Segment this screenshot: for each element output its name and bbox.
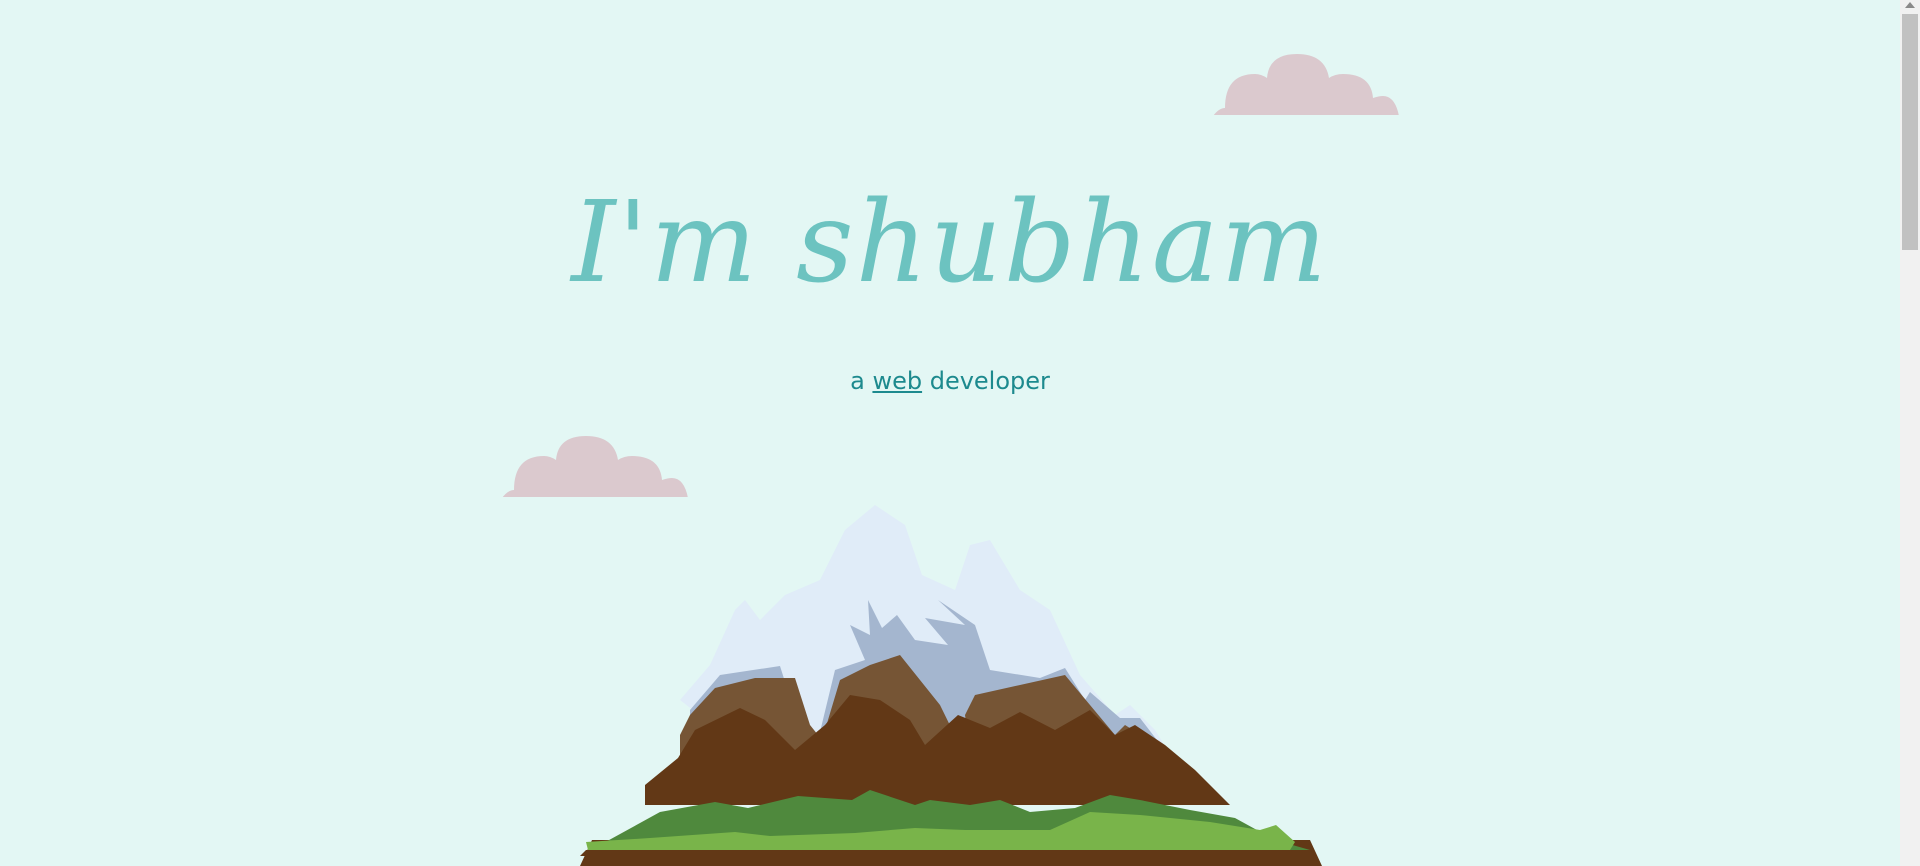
page-title: I'm shubham xyxy=(571,178,1329,308)
tagline-prefix: a xyxy=(850,367,873,395)
tagline-suffix: developer xyxy=(922,367,1050,395)
cloud-icon xyxy=(500,434,690,504)
vertical-scrollbar[interactable] xyxy=(1900,0,1920,866)
tagline: a web developer xyxy=(0,367,1900,395)
mountain-illustration xyxy=(570,500,1340,866)
web-link[interactable]: web xyxy=(872,367,922,395)
scroll-up-arrow-icon[interactable] xyxy=(1905,2,1915,8)
cloud-icon xyxy=(1211,52,1401,122)
scrollbar-thumb[interactable] xyxy=(1902,14,1918,250)
page: I'm shubham a web developer xyxy=(0,0,1900,866)
